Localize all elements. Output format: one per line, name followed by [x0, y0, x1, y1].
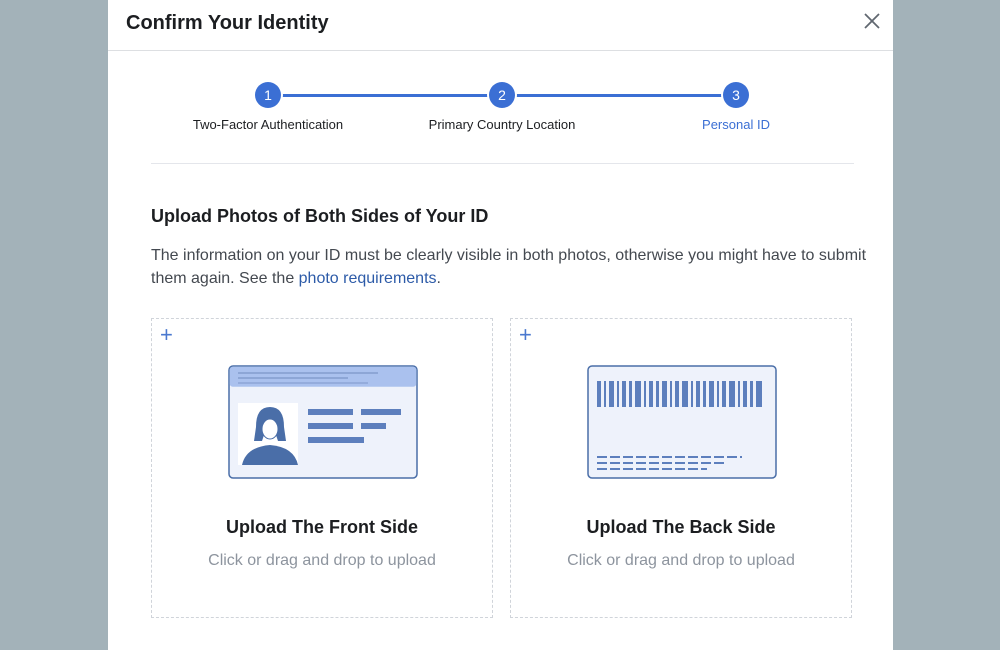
step-2-circle: 2 — [489, 82, 515, 108]
modal-title: Confirm Your Identity — [126, 12, 329, 34]
plus-icon: + — [160, 322, 173, 347]
plus-icon: + — [519, 322, 532, 347]
progress-stepper: 1 2 3 Two-Factor Authentication Primary … — [108, 80, 893, 150]
description-end: . — [436, 270, 441, 287]
upload-back-title: Upload The Back Side — [586, 517, 776, 537]
id-card-front-icon — [228, 365, 418, 484]
upload-back-subtitle: Click or drag and drop to upload — [567, 552, 795, 569]
close-icon[interactable] — [861, 10, 883, 32]
upload-front-title: Upload The Front Side — [226, 517, 418, 537]
description-text: The information on your ID must be clear… — [151, 247, 867, 287]
modal-header: Confirm Your Identity — [108, 0, 893, 51]
photo-requirements-link[interactable]: photo requirements — [299, 270, 437, 287]
step-2-label: Primary Country Location — [428, 117, 576, 132]
id-card-back-icon — [587, 365, 777, 484]
step-connector-2 — [502, 94, 736, 97]
step-connector-1 — [268, 94, 502, 97]
upload-back-dropzone[interactable]: + Upload The Back Side Click or drag and… — [510, 318, 852, 618]
section-description: The information on your ID must be clear… — [151, 244, 871, 290]
upload-front-dropzone[interactable]: + Upload The Front Side Click or drag an… — [151, 318, 493, 618]
upload-front-subtitle: Click or drag and drop to upload — [208, 552, 436, 569]
divider — [151, 163, 854, 164]
step-1-label: Two-Factor Authentication — [192, 117, 344, 132]
step-3-circle: 3 — [723, 82, 749, 108]
identity-modal: Confirm Your Identity 1 2 3 Two-Factor A… — [108, 0, 893, 650]
section-title: Upload Photos of Both Sides of Your ID — [151, 206, 489, 226]
step-3-label: Personal ID — [702, 117, 770, 132]
step-1-circle: 1 — [255, 82, 281, 108]
